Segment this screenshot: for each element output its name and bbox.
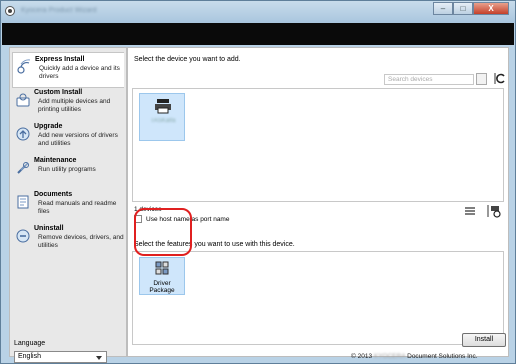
sidebar-item-maintenance[interactable]: Maintenance Run utility programs: [12, 154, 124, 190]
device-name: TASKalfa: [150, 118, 176, 124]
copyright-footer: © 2013 KYOCERA Document Solutions Inc.: [351, 353, 478, 360]
minimize-button[interactable]: –: [433, 2, 453, 15]
window-title: Kyocera Product Wizard: [21, 7, 97, 14]
maximize-button[interactable]: □: [453, 2, 473, 15]
annotation-highlight: [134, 208, 192, 256]
custom-install-icon: [16, 93, 30, 107]
sidebar-item-documents[interactable]: Documents Read manuals and readme files: [12, 188, 124, 224]
sidebar-item-title: Uninstall: [34, 225, 64, 232]
sidebar-item-title: Documents: [34, 191, 73, 198]
sidebar-item-uninstall[interactable]: Uninstall Remove devices, drivers, and u…: [12, 222, 124, 258]
chevron-down-icon: [96, 356, 102, 360]
express-install-icon: [17, 59, 31, 74]
language-label: Language: [14, 340, 46, 347]
maintenance-icon: [17, 162, 29, 174]
refresh-icon[interactable]: [493, 72, 506, 85]
uninstall-icon: [16, 229, 30, 243]
device-instruction: Select the device you want to add.: [134, 56, 241, 63]
documents-icon: [17, 195, 29, 209]
device-tile[interactable]: TASKalfa: [139, 93, 185, 141]
language-select[interactable]: English: [14, 351, 107, 363]
app-icon: [5, 6, 15, 16]
install-button[interactable]: Install: [462, 333, 506, 347]
sidebar-item-title: Upgrade: [34, 123, 63, 130]
sidebar-item-desc: Read manuals and readme files: [38, 200, 117, 215]
search-button[interactable]: [476, 73, 487, 85]
sidebar-item-desc: Remove devices, drivers, and utilities: [38, 234, 124, 249]
main-panel: Select the device you want to add. Searc…: [127, 47, 509, 357]
feature-label: Driver Package: [149, 280, 175, 294]
sidebar-item-title: Custom Install: [34, 89, 83, 96]
sidebar-item-custom-install[interactable]: Custom Install Add multiple devices and …: [12, 86, 124, 122]
sidebar-item-express-install[interactable]: Express Install Quickly add a device and…: [12, 52, 124, 88]
device-list: TASKalfa: [132, 88, 504, 202]
list-view-icon[interactable]: [464, 206, 476, 216]
upgrade-icon: [16, 127, 30, 141]
sidebar-item-desc: Add multiple devices and printing utilit…: [38, 98, 111, 113]
feature-list: Driver Package: [132, 251, 504, 345]
close-button[interactable]: X: [473, 2, 509, 15]
installer-window: Kyocera Product Wizard – □ X Express Ins…: [0, 0, 516, 364]
language-value: English: [18, 353, 41, 360]
feature-tile-driver-package[interactable]: Driver Package: [139, 257, 185, 295]
printer-icon: [155, 99, 171, 114]
title-bar[interactable]: Kyocera Product Wizard – □ X: [1, 1, 515, 23]
port-settings-icon[interactable]: [486, 204, 502, 218]
sidebar-item-upgrade[interactable]: Upgrade Add new versions of drivers and …: [12, 120, 124, 156]
sidebar-item-title: Express Install: [35, 56, 85, 63]
sidebar-item-desc: Run utility programs: [38, 166, 96, 173]
sidebar-item-desc: Quickly add a device and its drivers: [39, 65, 120, 80]
sidebar-item-title: Maintenance: [34, 157, 77, 164]
copyright-company: KYOCERA: [373, 353, 406, 360]
copyright-suffix: Document Solutions Inc.: [407, 353, 478, 360]
copyright-prefix: © 2013: [351, 353, 373, 360]
search-input[interactable]: Search devices: [384, 74, 474, 85]
driver-package-icon: [155, 261, 169, 275]
sidebar-item-desc: Add new versions of drivers and utilitie…: [38, 132, 118, 147]
header-banner: [2, 23, 514, 45]
sidebar: Express Install Quickly add a device and…: [9, 47, 127, 363]
